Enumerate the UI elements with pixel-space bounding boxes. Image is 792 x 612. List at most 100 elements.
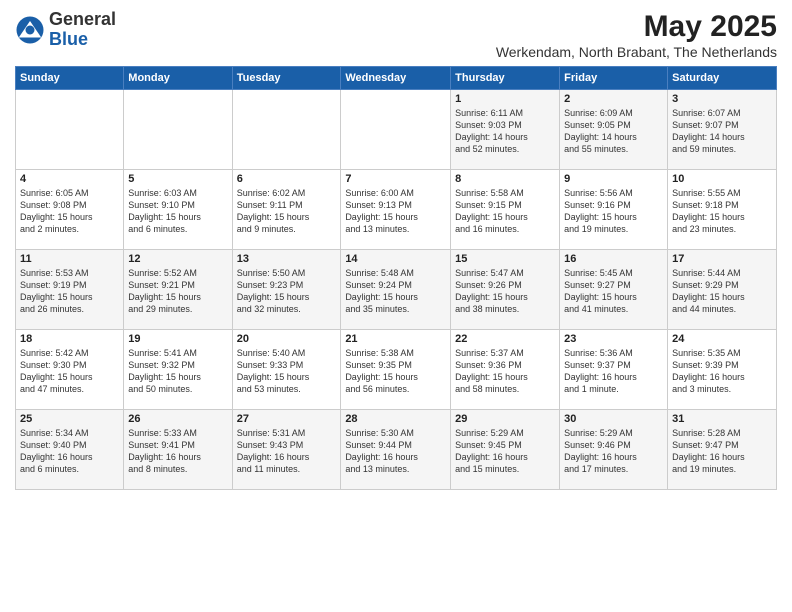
day-number: 23: [564, 333, 663, 345]
day-number: 12: [128, 253, 227, 265]
calendar-table: Sunday Monday Tuesday Wednesday Thursday…: [15, 66, 777, 490]
day-info: Sunrise: 6:05 AM Sunset: 9:08 PM Dayligh…: [20, 187, 119, 236]
day-info: Sunrise: 6:03 AM Sunset: 9:10 PM Dayligh…: [128, 187, 227, 236]
col-thursday: Thursday: [451, 67, 560, 90]
day-number: 28: [345, 413, 446, 425]
calendar-cell: 4 Sunrise: 6:05 AM Sunset: 9:08 PM Daylig…: [16, 170, 124, 250]
calendar-cell: 28 Sunrise: 5:30 AM Sunset: 9:44 PM Dayli…: [341, 410, 451, 490]
day-number: 25: [20, 413, 119, 425]
day-number: 6: [237, 173, 337, 185]
day-number: 18: [20, 333, 119, 345]
logo-blue: Blue: [49, 29, 88, 49]
day-number: 15: [455, 253, 555, 265]
calendar-cell: 25Sunrise: 5:34 AM Sunset: 9:40 PM Dayli…: [16, 410, 124, 490]
calendar-cell: 10 Sunrise: 5:55 AM Sunset: 9:18 PM Dayli…: [668, 170, 777, 250]
day-info: Sunrise: 5:56 AM Sunset: 9:16 PM Dayligh…: [564, 187, 663, 236]
col-wednesday: Wednesday: [341, 67, 451, 90]
day-info: Sunrise: 5:36 AM Sunset: 9:37 PM Dayligh…: [564, 347, 663, 396]
calendar-cell: 13Sunrise: 5:50 AM Sunset: 9:23 PM Dayli…: [232, 250, 341, 330]
day-info: Sunrise: 5:48 AM Sunset: 9:24 PM Dayligh…: [345, 267, 446, 316]
calendar-cell: [232, 90, 341, 170]
day-number: 5: [128, 173, 227, 185]
calendar-cell: 22 Sunrise: 5:37 AM Sunset: 9:36 PM Dayli…: [451, 330, 560, 410]
day-number: 22: [455, 333, 555, 345]
calendar-cell: [124, 90, 232, 170]
calendar-cell: 1Sunrise: 6:11 AM Sunset: 9:03 PM Daylig…: [451, 90, 560, 170]
day-info: Sunrise: 5:44 AM Sunset: 9:29 PM Dayligh…: [672, 267, 772, 316]
calendar-cell: 19 Sunrise: 5:41 AM Sunset: 9:32 PM Dayli…: [124, 330, 232, 410]
main-container: General Blue May 2025 Werkendam, North B…: [0, 0, 792, 612]
calendar-cell: 14 Sunrise: 5:48 AM Sunset: 9:24 PM Dayli…: [341, 250, 451, 330]
day-number: 16: [564, 253, 663, 265]
logo: General Blue: [15, 10, 116, 50]
day-info: Sunrise: 6:02 AM Sunset: 9:11 PM Dayligh…: [237, 187, 337, 236]
logo-text: General Blue: [49, 10, 116, 50]
day-info: Sunrise: 5:40 AM Sunset: 9:33 PM Dayligh…: [237, 347, 337, 396]
day-number: 13: [237, 253, 337, 265]
day-number: 29: [455, 413, 555, 425]
day-number: 14: [345, 253, 446, 265]
calendar-cell: 17 Sunrise: 5:44 AM Sunset: 9:29 PM Dayli…: [668, 250, 777, 330]
month-title: May 2025: [496, 10, 777, 44]
calendar-cell: 20Sunrise: 5:40 AM Sunset: 9:33 PM Dayli…: [232, 330, 341, 410]
day-info: Sunrise: 5:55 AM Sunset: 9:18 PM Dayligh…: [672, 187, 772, 236]
day-number: 10: [672, 173, 772, 185]
calendar-cell: 11Sunrise: 5:53 AM Sunset: 9:19 PM Dayli…: [16, 250, 124, 330]
calendar-cell: 29 Sunrise: 5:29 AM Sunset: 9:45 PM Dayli…: [451, 410, 560, 490]
day-info: Sunrise: 5:42 AM Sunset: 9:30 PM Dayligh…: [20, 347, 119, 396]
col-friday: Friday: [560, 67, 668, 90]
header: General Blue May 2025 Werkendam, North B…: [15, 10, 777, 60]
day-info: Sunrise: 5:35 AM Sunset: 9:39 PM Dayligh…: [672, 347, 772, 396]
title-area: May 2025 Werkendam, North Brabant, The N…: [496, 10, 777, 60]
calendar-week-1: 1Sunrise: 6:11 AM Sunset: 9:03 PM Daylig…: [16, 90, 777, 170]
calendar-week-4: 18 Sunrise: 5:42 AM Sunset: 9:30 PM Dayli…: [16, 330, 777, 410]
day-number: 4: [20, 173, 119, 185]
calendar-week-5: 25Sunrise: 5:34 AM Sunset: 9:40 PM Dayli…: [16, 410, 777, 490]
day-info: Sunrise: 5:29 AM Sunset: 9:45 PM Dayligh…: [455, 427, 555, 476]
day-info: Sunrise: 5:38 AM Sunset: 9:35 PM Dayligh…: [345, 347, 446, 396]
calendar-cell: 5 Sunrise: 6:03 AM Sunset: 9:10 PM Daylig…: [124, 170, 232, 250]
day-info: Sunrise: 6:09 AM Sunset: 9:05 PM Dayligh…: [564, 107, 663, 156]
day-info: Sunrise: 5:31 AM Sunset: 9:43 PM Dayligh…: [237, 427, 337, 476]
calendar-cell: 18 Sunrise: 5:42 AM Sunset: 9:30 PM Dayli…: [16, 330, 124, 410]
day-number: 21: [345, 333, 446, 345]
col-sunday: Sunday: [16, 67, 124, 90]
day-info: Sunrise: 5:53 AM Sunset: 9:19 PM Dayligh…: [20, 267, 119, 316]
calendar-cell: 26Sunrise: 5:33 AM Sunset: 9:41 PM Dayli…: [124, 410, 232, 490]
calendar-cell: 23 Sunrise: 5:36 AM Sunset: 9:37 PM Dayli…: [560, 330, 668, 410]
calendar-week-2: 4 Sunrise: 6:05 AM Sunset: 9:08 PM Daylig…: [16, 170, 777, 250]
day-info: Sunrise: 6:07 AM Sunset: 9:07 PM Dayligh…: [672, 107, 772, 156]
day-number: 7: [345, 173, 446, 185]
day-number: 2: [564, 93, 663, 105]
day-number: 9: [564, 173, 663, 185]
day-info: Sunrise: 5:41 AM Sunset: 9:32 PM Dayligh…: [128, 347, 227, 396]
header-row: Sunday Monday Tuesday Wednesday Thursday…: [16, 67, 777, 90]
calendar-cell: 16 Sunrise: 5:45 AM Sunset: 9:27 PM Dayli…: [560, 250, 668, 330]
day-info: Sunrise: 5:45 AM Sunset: 9:27 PM Dayligh…: [564, 267, 663, 316]
col-saturday: Saturday: [668, 67, 777, 90]
calendar-cell: 8Sunrise: 5:58 AM Sunset: 9:15 PM Daylig…: [451, 170, 560, 250]
calendar-cell: 31Sunrise: 5:28 AM Sunset: 9:47 PM Dayli…: [668, 410, 777, 490]
calendar-week-3: 11Sunrise: 5:53 AM Sunset: 9:19 PM Dayli…: [16, 250, 777, 330]
day-info: Sunrise: 6:11 AM Sunset: 9:03 PM Dayligh…: [455, 107, 555, 156]
calendar-cell: 6 Sunrise: 6:02 AM Sunset: 9:11 PM Daylig…: [232, 170, 341, 250]
calendar-cell: 12Sunrise: 5:52 AM Sunset: 9:21 PM Dayli…: [124, 250, 232, 330]
day-info: Sunrise: 5:47 AM Sunset: 9:26 PM Dayligh…: [455, 267, 555, 316]
calendar-cell: 3Sunrise: 6:07 AM Sunset: 9:07 PM Daylig…: [668, 90, 777, 170]
day-info: Sunrise: 5:33 AM Sunset: 9:41 PM Dayligh…: [128, 427, 227, 476]
day-info: Sunrise: 6:00 AM Sunset: 9:13 PM Dayligh…: [345, 187, 446, 236]
subtitle: Werkendam, North Brabant, The Netherland…: [496, 44, 777, 60]
col-tuesday: Tuesday: [232, 67, 341, 90]
calendar-cell: [341, 90, 451, 170]
calendar-cell: 15 Sunrise: 5:47 AM Sunset: 9:26 PM Dayli…: [451, 250, 560, 330]
day-number: 17: [672, 253, 772, 265]
calendar-cell: 24 Sunrise: 5:35 AM Sunset: 9:39 PM Dayli…: [668, 330, 777, 410]
calendar-cell: 2 Sunrise: 6:09 AM Sunset: 9:05 PM Daylig…: [560, 90, 668, 170]
calendar-cell: [16, 90, 124, 170]
day-info: Sunrise: 5:37 AM Sunset: 9:36 PM Dayligh…: [455, 347, 555, 396]
day-number: 19: [128, 333, 227, 345]
calendar-cell: 27Sunrise: 5:31 AM Sunset: 9:43 PM Dayli…: [232, 410, 341, 490]
day-number: 24: [672, 333, 772, 345]
calendar-body: 1Sunrise: 6:11 AM Sunset: 9:03 PM Daylig…: [16, 90, 777, 490]
day-info: Sunrise: 5:30 AM Sunset: 9:44 PM Dayligh…: [345, 427, 446, 476]
